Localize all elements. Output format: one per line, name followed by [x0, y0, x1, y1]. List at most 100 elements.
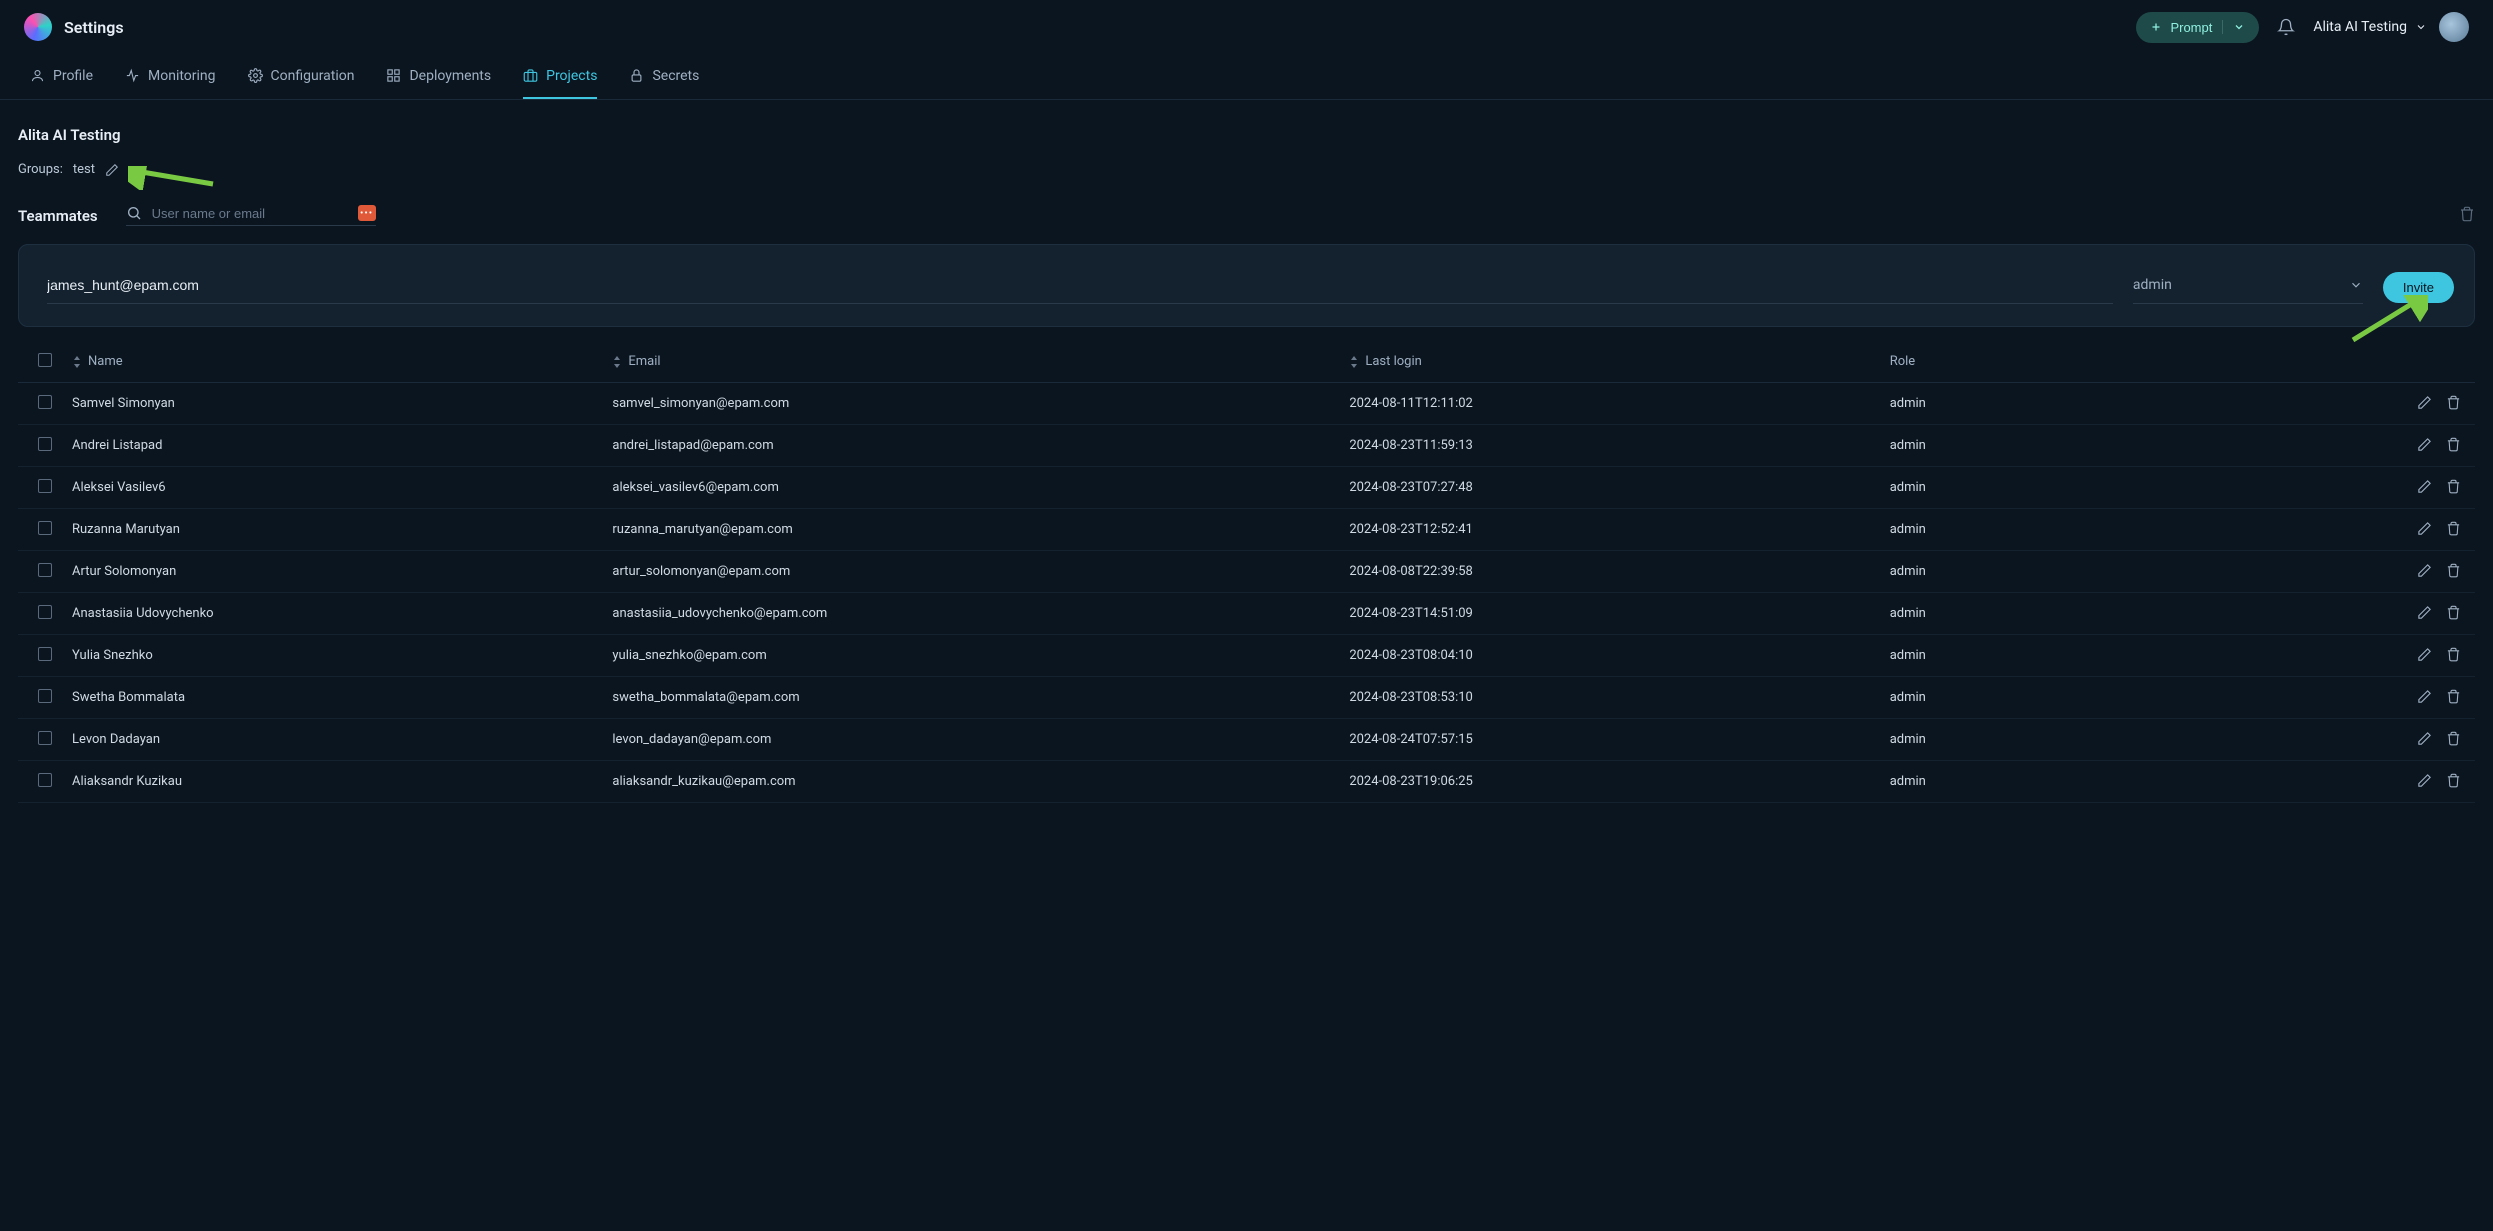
- workspace-name: Alita AI Testing: [2313, 19, 2407, 35]
- cell-role: admin: [1890, 438, 2381, 453]
- delete-row-button[interactable]: [2446, 689, 2461, 707]
- pencil-icon: [2417, 479, 2432, 497]
- edit-groups-button[interactable]: [105, 163, 119, 177]
- brand: Settings: [24, 13, 124, 41]
- column-email[interactable]: Email: [612, 354, 1349, 369]
- row-checkbox[interactable]: [38, 647, 52, 661]
- divider: [2222, 20, 2223, 34]
- invite-button[interactable]: Invite: [2383, 272, 2454, 303]
- tab-deployments[interactable]: Deployments: [386, 54, 491, 99]
- briefcase-icon: [523, 68, 538, 83]
- cell-email: artur_solomonyan@epam.com: [612, 564, 1349, 579]
- delete-row-button[interactable]: [2446, 605, 2461, 623]
- delete-all-button[interactable]: [2459, 206, 2475, 225]
- row-checkbox[interactable]: [38, 731, 52, 745]
- edit-row-button[interactable]: [2417, 773, 2432, 791]
- edit-row-button[interactable]: [2417, 563, 2432, 581]
- edit-row-button[interactable]: [2417, 521, 2432, 539]
- row-checkbox[interactable]: [38, 605, 52, 619]
- cell-name: Ruzanna Marutyan: [72, 522, 612, 537]
- cell-name: Andrei Listapad: [72, 438, 612, 453]
- cell-name: Artur Solomonyan: [72, 564, 612, 579]
- tab-secrets[interactable]: Secrets: [629, 54, 699, 99]
- delete-row-button[interactable]: [2446, 731, 2461, 749]
- cell-email: aleksei_vasilev6@epam.com: [612, 480, 1349, 495]
- cell-name: Levon Dadayan: [72, 732, 612, 747]
- delete-row-button[interactable]: [2446, 773, 2461, 791]
- invite-box: admin Invite: [18, 244, 2475, 327]
- row-checkbox[interactable]: [38, 563, 52, 577]
- search-input[interactable]: [152, 206, 348, 221]
- column-last-login[interactable]: Last login: [1349, 354, 1889, 369]
- edit-row-button[interactable]: [2417, 479, 2432, 497]
- delete-row-button[interactable]: [2446, 479, 2461, 497]
- prompt-button-label: Prompt: [2170, 20, 2212, 35]
- delete-row-button[interactable]: [2446, 521, 2461, 539]
- teammates-label: Teammates: [18, 207, 98, 225]
- search-icon: [126, 205, 142, 221]
- row-checkbox[interactable]: [38, 773, 52, 787]
- cell-role: admin: [1890, 522, 2381, 537]
- cell-last-login: 2024-08-23T08:53:10: [1349, 690, 1889, 705]
- cell-last-login: 2024-08-08T22:39:58: [1349, 564, 1889, 579]
- user-icon: [30, 68, 45, 83]
- cell-last-login: 2024-08-23T08:04:10: [1349, 648, 1889, 663]
- edit-row-button[interactable]: [2417, 395, 2432, 413]
- row-checkbox[interactable]: [38, 689, 52, 703]
- notifications-button[interactable]: [2277, 18, 2295, 36]
- edit-row-button[interactable]: [2417, 605, 2432, 623]
- invite-email-input[interactable]: [47, 271, 2113, 304]
- tab-label: Projects: [546, 68, 597, 84]
- delete-row-button[interactable]: [2446, 437, 2461, 455]
- sort-icon: [72, 356, 82, 368]
- lock-icon: [629, 68, 644, 83]
- trash-icon: [2446, 605, 2461, 623]
- cell-role: admin: [1890, 564, 2381, 579]
- groups-row: Groups: test: [18, 162, 2475, 177]
- column-role: Role: [1890, 354, 2381, 369]
- groups-value: test: [73, 162, 95, 177]
- trash-icon: [2459, 206, 2475, 222]
- workspace-dropdown[interactable]: Alita AI Testing: [2313, 19, 2427, 35]
- column-label: Role: [1890, 354, 1915, 369]
- prompt-button[interactable]: Prompt: [2136, 12, 2259, 43]
- teammates-row: Teammates •••: [18, 205, 2475, 226]
- table-row: Anastasiia Udovychenkoanastasiia_udovych…: [18, 593, 2475, 635]
- status-chip: •••: [358, 205, 376, 221]
- delete-row-button[interactable]: [2446, 647, 2461, 665]
- pulse-icon: [125, 68, 140, 83]
- row-checkbox[interactable]: [38, 479, 52, 493]
- column-name[interactable]: Name: [72, 354, 612, 369]
- cell-email: levon_dadayan@epam.com: [612, 732, 1349, 747]
- row-checkbox[interactable]: [38, 395, 52, 409]
- trash-icon: [2446, 647, 2461, 665]
- pencil-icon: [2417, 437, 2432, 455]
- invite-role-select[interactable]: admin: [2133, 271, 2363, 304]
- edit-row-button[interactable]: [2417, 437, 2432, 455]
- chevron-down-icon: [2349, 278, 2363, 292]
- table-row: Levon Dadayanlevon_dadayan@epam.com2024-…: [18, 719, 2475, 761]
- teammates-table: Name Email Last login Role Samvel Simony…: [18, 341, 2475, 803]
- trash-icon: [2446, 731, 2461, 749]
- invite-role-value: admin: [2133, 277, 2172, 293]
- edit-row-button[interactable]: [2417, 731, 2432, 749]
- edit-row-button[interactable]: [2417, 647, 2432, 665]
- tab-profile[interactable]: Profile: [30, 54, 93, 99]
- table-row: Swetha Bommalataswetha_bommalata@epam.co…: [18, 677, 2475, 719]
- bell-icon: [2277, 18, 2295, 36]
- delete-row-button[interactable]: [2446, 563, 2461, 581]
- annotation-arrow-icon: [128, 166, 218, 190]
- tab-label: Profile: [53, 68, 93, 84]
- tab-monitoring[interactable]: Monitoring: [125, 54, 216, 99]
- table-row: Ruzanna Marutyanruzanna_marutyan@epam.co…: [18, 509, 2475, 551]
- trash-icon: [2446, 395, 2461, 413]
- delete-row-button[interactable]: [2446, 395, 2461, 413]
- tab-configuration[interactable]: Configuration: [248, 54, 355, 99]
- row-checkbox[interactable]: [38, 437, 52, 451]
- edit-row-button[interactable]: [2417, 689, 2432, 707]
- tab-projects[interactable]: Projects: [523, 54, 597, 99]
- select-all-checkbox[interactable]: [38, 353, 52, 367]
- cell-name: Anastasiia Udovychenko: [72, 606, 612, 621]
- row-checkbox[interactable]: [38, 521, 52, 535]
- avatar[interactable]: [2439, 12, 2469, 42]
